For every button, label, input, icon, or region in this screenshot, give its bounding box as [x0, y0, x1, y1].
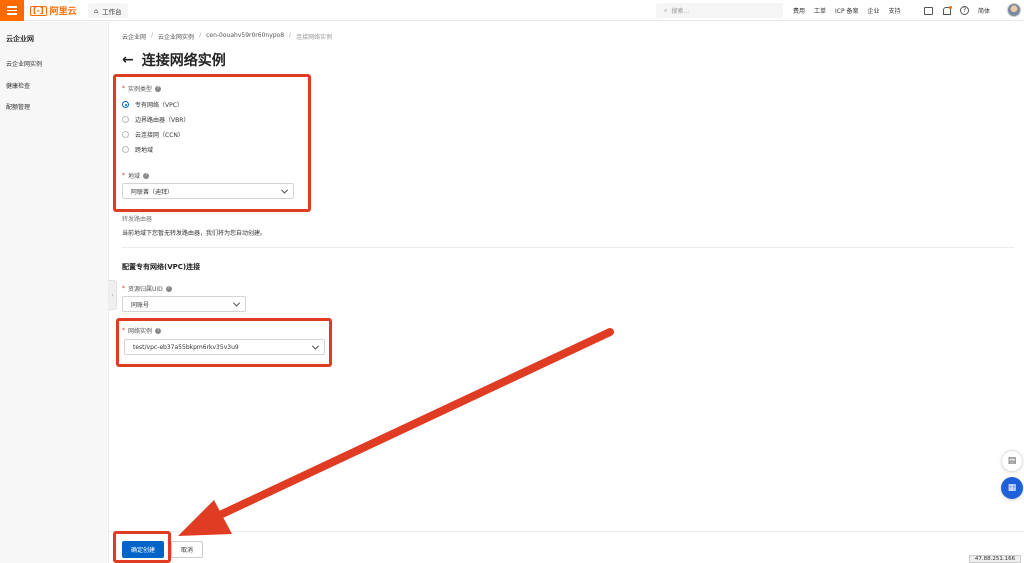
vpc-section-title: 配置专有网络(VPC)连接	[122, 263, 201, 271]
resource-uid-label-text: 资源归属UID	[128, 286, 163, 293]
top-link-enterprise[interactable]: 企业	[868, 6, 880, 15]
top-links: 费用 工单 ICP 备案 企业 支持	[793, 0, 901, 21]
home-icon: ⌂	[94, 6, 99, 15]
back-arrow-icon[interactable]: ←	[122, 52, 134, 68]
breadcrumb-item[interactable]: 云企业网	[122, 32, 146, 41]
annotation-box-instance-region	[113, 74, 311, 212]
ip-badge: 47.88.251.166	[969, 555, 1021, 563]
language-switch[interactable]: 简体	[978, 6, 990, 15]
breadcrumb-item[interactable]: cen-0ouahv59r0r60nypo8	[206, 32, 284, 41]
breadcrumb-separator: /	[199, 32, 202, 39]
transit-router-label: 转发路由器	[122, 216, 153, 223]
avatar[interactable]	[1007, 3, 1021, 17]
brand-name: 阿里云	[49, 7, 77, 17]
footer-bar	[109, 531, 1024, 563]
search-placeholder: 搜索...	[671, 8, 690, 15]
sidebar-item-cen-instances[interactable]: 云企业网实例	[6, 59, 42, 68]
top-bar: [-] 阿里云 ⌂ 工作台 ⌕ 搜索... 费用 工单 ICP 备案 企业 支持…	[0, 0, 1024, 21]
help-icon[interactable]: ?	[960, 6, 969, 15]
breadcrumb-current: 连接网络实例	[296, 34, 333, 41]
help-icon[interactable]: ?	[165, 285, 172, 292]
top-link-billing[interactable]: 费用	[793, 6, 805, 15]
hamburger-menu-button[interactable]	[0, 0, 24, 21]
page-title-text: 连接网络实例	[141, 53, 226, 69]
sidebar-collapse-handle[interactable]: ‹	[109, 280, 117, 310]
section-divider	[122, 247, 1014, 248]
brand-logo[interactable]: [-] 阿里云	[30, 4, 77, 17]
apps-icon[interactable]: ▦	[1001, 477, 1023, 499]
sidebar: 云企业网 云企业网实例 健康检查 配额管理	[0, 22, 109, 563]
workbench-button[interactable]: ⌂ 工作台	[88, 3, 128, 18]
brand-logo-mark: [-]	[30, 5, 47, 16]
annotation-box-confirm	[113, 531, 171, 563]
top-link-tickets[interactable]: 工单	[814, 6, 826, 15]
bell-icon[interactable]	[942, 6, 952, 15]
top-link-icp[interactable]: ICP 备案	[835, 6, 859, 15]
terminal-icon[interactable]	[924, 6, 933, 15]
resource-uid-label: * 资源归属UID ?	[122, 284, 172, 293]
sidebar-item-health-check[interactable]: 健康检查	[6, 81, 30, 90]
sidebar-title: 云企业网	[6, 35, 34, 43]
breadcrumb: 云企业网 / 云企业网实例 / cen-0ouahv59r0r60nypo8 /…	[122, 32, 332, 41]
top-icons: ? 简体	[924, 0, 990, 21]
resource-uid-select[interactable]: 同账号	[122, 296, 246, 312]
breadcrumb-item[interactable]: 云企业网实例	[158, 32, 194, 41]
workbench-label: 工作台	[102, 7, 122, 16]
breadcrumb-separator: /	[151, 32, 154, 39]
resource-uid-select-value: 同账号	[131, 301, 150, 309]
chevron-down-icon	[232, 299, 241, 307]
search-icon: ⌕	[664, 6, 668, 14]
notification-dot	[949, 6, 952, 9]
required-mark: *	[122, 285, 125, 292]
transit-router-note: 当前地域下您暂无转发路由器，我们将为您自动创建。	[122, 230, 267, 237]
search-input[interactable]: ⌕ 搜索...	[656, 3, 783, 18]
cancel-button[interactable]: 取消	[171, 541, 203, 558]
chat-icon[interactable]: ▤	[1001, 450, 1023, 472]
breadcrumb-separator: /	[289, 32, 292, 39]
sidebar-item-quota[interactable]: 配额管理	[6, 102, 30, 111]
page-title: ← 连接网络实例	[122, 50, 226, 70]
top-link-support[interactable]: 支持	[889, 6, 901, 15]
annotation-box-network-instance	[116, 318, 332, 367]
